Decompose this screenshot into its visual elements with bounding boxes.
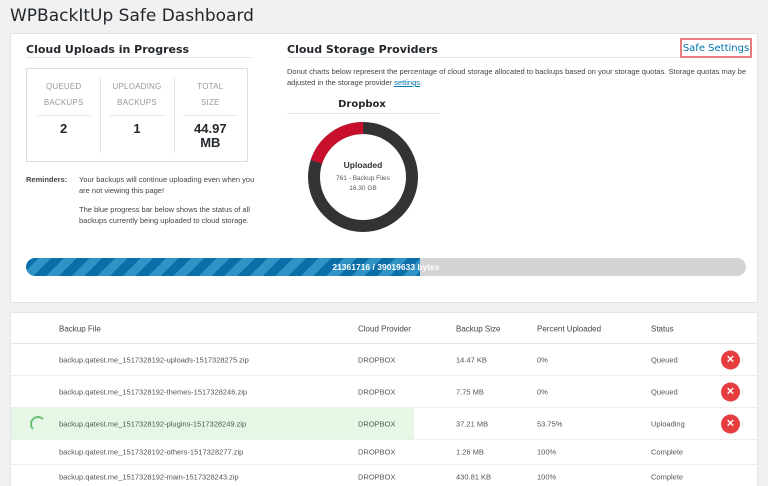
close-icon[interactable]: ✕: [721, 350, 740, 369]
stat-queued: QUEUED BACKUPS 2: [27, 69, 100, 161]
percent-uploaded: 0%: [537, 387, 548, 396]
backup-file: backup.qatest.me_1517328192-uploads-1517…: [59, 355, 249, 364]
backup-file: backup.qatest.me_1517328192-main-1517328…: [59, 472, 239, 482]
reminder-text: The blue progress bar below shows the st…: [79, 205, 250, 225]
stat-label: QUEUED BACKUPS: [43, 82, 84, 107]
header-status: Status: [651, 324, 674, 334]
table-header: Backup File Cloud Provider Backup Size P…: [11, 313, 757, 344]
cloud-provider: DROPBOX: [358, 387, 396, 396]
divider: [26, 57, 252, 58]
backup-file: backup.qatest.me_1517328192-plugins-1517…: [59, 419, 247, 428]
divider: [287, 57, 687, 58]
table-row: backup.qatest.me_1517328192-others-15173…: [11, 440, 757, 465]
close-icon[interactable]: ✕: [721, 382, 740, 401]
stat-value: 44.97 MB: [194, 121, 227, 150]
header-cloud-provider: Cloud Provider: [358, 324, 411, 334]
donut-size: 16.30 GB: [349, 185, 377, 192]
stat-value: 2: [60, 121, 68, 136]
stat-uploading: UPLOADING BACKUPS 1: [100, 69, 173, 161]
cloud-provider: DROPBOX: [358, 447, 396, 457]
reminder-text: Your backups will continue uploading eve…: [79, 175, 255, 195]
percent-uploaded: 100%: [537, 447, 557, 457]
status: Complete: [651, 447, 684, 457]
stat-total-size: TOTAL SIZE 44.97 MB: [173, 69, 247, 161]
header-backup-size: Backup Size: [456, 324, 501, 334]
percent-uploaded: 100%: [537, 472, 557, 482]
donut-title: Dropbox: [338, 99, 386, 110]
cloud-provider: DROPBOX: [358, 355, 396, 364]
stat-value: 1: [133, 121, 141, 136]
table-row: backup.qatest.me_1517328192-themes-15173…: [11, 376, 757, 408]
progress-text: 21361716 / 39019633 bytes: [332, 262, 440, 272]
stat-label: UPLOADING BACKUPS: [112, 82, 162, 107]
upload-stats: QUEUED BACKUPS 2 UPLOADING BACKUPS 1 TOTAL…: [26, 68, 248, 162]
table-row: backup.qatest.me_1517328192-main-1517328…: [11, 465, 757, 486]
cloud-provider: DROPBOX: [358, 419, 396, 428]
cloud-provider: DROPBOX: [358, 472, 396, 482]
table-row: backup.qatest.me_1517328192-plugins-1517…: [11, 408, 757, 440]
upload-progress-bar: 21361716 / 39019633 bytes: [26, 258, 746, 276]
spinner-icon: [30, 415, 46, 432]
dropbox-donut-chart: Uploaded 761 - Backup Files 16.30 GB: [307, 121, 419, 233]
donut-files: 761 - Backup Files: [336, 175, 390, 182]
close-icon[interactable]: ✕: [721, 414, 740, 433]
status: Queued: [651, 387, 678, 396]
header-percent-uploaded: Percent Uploaded: [537, 324, 602, 334]
percent-uploaded: 53.75%: [537, 419, 563, 428]
safe-settings-link[interactable]: Safe Settings: [680, 38, 752, 58]
divider: [287, 113, 439, 114]
status: Queued: [651, 355, 678, 364]
stat-label: TOTAL SIZE: [197, 82, 224, 107]
backup-size: 430.81 KB: [456, 472, 492, 482]
providers-description: Donut charts below represent the percent…: [287, 67, 747, 87]
percent-uploaded: 0%: [537, 355, 548, 364]
backup-size: 7.75 MB: [456, 387, 484, 396]
header-backup-file: Backup File: [59, 324, 101, 334]
dashboard-panel: Cloud Uploads in Progress QUEUED BACKUPS …: [10, 33, 758, 303]
page-title: WPBackItUp Safe Dashboard: [10, 6, 254, 26]
providers-title: Cloud Storage Providers: [287, 43, 438, 56]
backups-table: Backup File Cloud Provider Backup Size P…: [10, 312, 758, 486]
settings-link[interactable]: settings: [394, 78, 420, 87]
backup-file: backup.qatest.me_1517328192-themes-15173…: [59, 387, 248, 396]
table-row: backup.qatest.me_1517328192-uploads-1517…: [11, 344, 757, 376]
status: Complete: [651, 472, 684, 482]
backup-size: 37.21 MB: [456, 419, 489, 428]
reminders-label: Reminders:: [26, 175, 68, 184]
backup-size: 1.26 MB: [456, 447, 484, 457]
backup-size: 14.47 KB: [456, 355, 487, 364]
uploads-title: Cloud Uploads in Progress: [26, 43, 190, 56]
status: Uploading: [651, 419, 685, 428]
backup-file: backup.qatest.me_1517328192-others-15173…: [59, 447, 244, 457]
donut-label: Uploaded: [343, 160, 383, 170]
